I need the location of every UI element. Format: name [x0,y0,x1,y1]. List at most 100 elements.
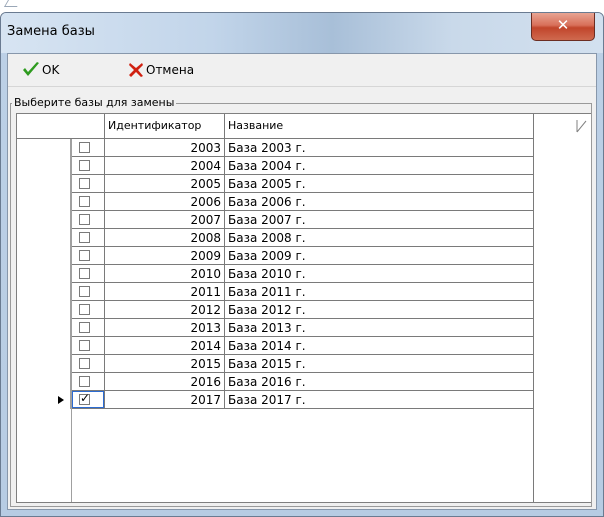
row-indicator [17,211,71,229]
close-icon: ✕ [556,16,570,34]
table-row[interactable]: 2015 База 2015 г. [17,355,533,373]
row-name[interactable]: База 2012 г. [225,301,533,319]
row-id[interactable]: 2005 [105,175,225,193]
ok-label: OK [42,63,60,77]
row-checkbox-cell[interactable] [72,229,105,247]
row-checkbox-cell[interactable] [72,193,105,211]
row-name[interactable]: База 2003 г. [225,139,533,157]
row-indicator [17,355,71,373]
row-indicator [17,373,71,391]
dialog-window: Замена базы ✕ OK Отмена Выберите базы дл… [0,12,604,517]
row-checkbox[interactable] [79,340,90,351]
table-row[interactable]: 2013 База 2013 г. [17,319,533,337]
row-id[interactable]: 2013 [105,319,225,337]
row-checkbox[interactable] [79,304,90,315]
groupbox-label: Выберите базы для замены [12,96,177,109]
table-row[interactable]: 2010 База 2010 г. [17,265,533,283]
row-name[interactable]: База 2009 г. [225,247,533,265]
table-row[interactable]: 2003 База 2003 г. [17,139,533,157]
row-id[interactable]: 2012 [105,301,225,319]
row-checkbox[interactable] [79,376,90,387]
row-id[interactable]: 2011 [105,283,225,301]
row-checkbox[interactable] [79,322,90,333]
table-row[interactable]: 2016 База 2016 г. [17,373,533,391]
table-row[interactable]: 2012 База 2012 г. [17,301,533,319]
row-checkbox-cell[interactable] [72,265,105,283]
table-row[interactable]: 2011 База 2011 г. [17,283,533,301]
check-icon [23,62,39,76]
row-name[interactable]: База 2006 г. [225,193,533,211]
close-button[interactable]: ✕ [531,13,595,41]
table-row[interactable]: 2006 База 2006 г. [17,193,533,211]
row-name[interactable]: База 2014 г. [225,337,533,355]
row-name[interactable]: База 2008 г. [225,229,533,247]
row-indicator [17,337,71,355]
row-checkbox-cell[interactable] [72,373,105,391]
row-checkbox-cell[interactable] [72,157,105,175]
desktop-strip [0,0,604,12]
row-name[interactable]: База 2013 г. [225,319,533,337]
row-checkbox[interactable] [79,160,90,171]
table-row[interactable]: 2005 База 2005 г. [17,175,533,193]
row-checkbox-cell[interactable] [72,319,105,337]
table-row[interactable]: 2007 База 2007 г. [17,211,533,229]
row-name[interactable]: База 2004 г. [225,157,533,175]
row-checkbox[interactable] [79,358,90,369]
table-row[interactable]: 2014 База 2014 г. [17,337,533,355]
row-name[interactable]: База 2010 г. [225,265,533,283]
row-checkbox-cell[interactable] [72,175,105,193]
row-name[interactable]: База 2017 г. [225,391,533,409]
row-indicator [17,283,71,301]
row-checkbox-cell[interactable] [72,337,105,355]
row-id[interactable]: 2003 [105,139,225,157]
row-checkbox[interactable] [79,142,90,153]
row-checkbox[interactable] [79,232,90,243]
window-corner-decoration [3,0,22,7]
row-checkbox[interactable] [79,178,90,189]
row-checkbox-cell[interactable] [72,247,105,265]
row-id[interactable]: 2017 [105,391,225,409]
row-indicator [17,319,71,337]
row-checkbox-cell[interactable] [72,139,105,157]
table-row-current[interactable]: 2017 База 2017 г. [17,391,533,409]
row-id[interactable]: 2009 [105,247,225,265]
cancel-label: Отмена [146,63,195,77]
ok-button[interactable]: OK [22,60,59,80]
row-checkbox-cell[interactable] [72,355,105,373]
row-id[interactable]: 2016 [105,373,225,391]
row-id[interactable]: 2015 [105,355,225,373]
row-checkbox[interactable] [79,214,90,225]
row-checkbox[interactable] [79,250,90,261]
title-bar[interactable]: Замена базы ✕ [1,13,603,53]
row-name[interactable]: База 2007 г. [225,211,533,229]
row-checkbox-cell[interactable] [72,301,105,319]
cancel-button[interactable]: Отмена [128,60,194,80]
row-id[interactable]: 2004 [105,157,225,175]
column-header-name[interactable]: Название [225,114,533,138]
row-checkbox[interactable] [79,268,90,279]
row-name[interactable]: База 2011 г. [225,283,533,301]
row-checkbox-cell[interactable] [72,391,105,409]
row-checkbox[interactable] [79,286,90,297]
row-checkbox-cell[interactable] [72,211,105,229]
bases-grid[interactable]: Идентификатор Название 2003 База 2003 г. [16,113,591,503]
row-name[interactable]: База 2005 г. [225,175,533,193]
row-id[interactable]: 2008 [105,229,225,247]
row-id[interactable]: 2014 [105,337,225,355]
row-indicator [17,157,71,175]
row-checkbox[interactable] [79,196,90,207]
row-checkbox-checked[interactable] [79,391,90,405]
row-id[interactable]: 2007 [105,211,225,229]
row-checkbox-cell[interactable] [72,283,105,301]
row-name[interactable]: База 2016 г. [225,373,533,391]
row-name[interactable]: База 2015 г. [225,355,533,373]
row-indicator [17,193,71,211]
current-row-pointer-icon [17,391,71,409]
checkbox-column-header[interactable] [72,114,105,138]
row-id[interactable]: 2006 [105,193,225,211]
table-row[interactable]: 2004 База 2004 г. [17,157,533,175]
row-id[interactable]: 2010 [105,265,225,283]
column-header-id[interactable]: Идентификатор [105,114,225,138]
table-row[interactable]: 2009 База 2009 г. [17,247,533,265]
table-row[interactable]: 2008 База 2008 г. [17,229,533,247]
